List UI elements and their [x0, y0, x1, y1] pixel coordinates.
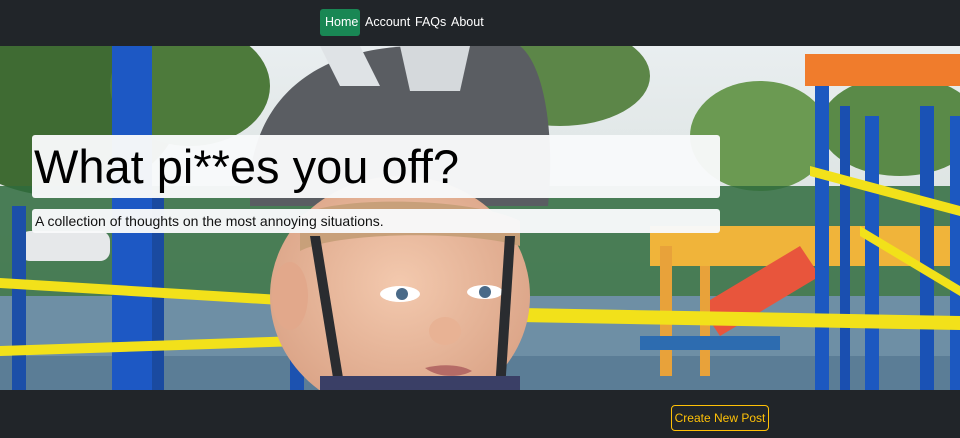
- nav-about-link[interactable]: About: [446, 9, 489, 36]
- footer-bar: Create New Post: [0, 390, 960, 438]
- hero-title-box: What pi**es you off?: [32, 135, 720, 198]
- nav-account-link[interactable]: Account: [360, 9, 415, 36]
- create-new-post-button[interactable]: Create New Post: [671, 405, 769, 431]
- hero-banner: What pi**es you off? A collection of tho…: [0, 46, 960, 390]
- hero-subtitle-box: A collection of thoughts on the most ann…: [32, 209, 720, 233]
- page-title: What pi**es you off?: [34, 140, 459, 193]
- nav-home-link[interactable]: Home: [320, 9, 360, 36]
- top-navbar: Home Account FAQs About: [0, 0, 960, 46]
- page-subtitle: A collection of thoughts on the most ann…: [35, 213, 384, 229]
